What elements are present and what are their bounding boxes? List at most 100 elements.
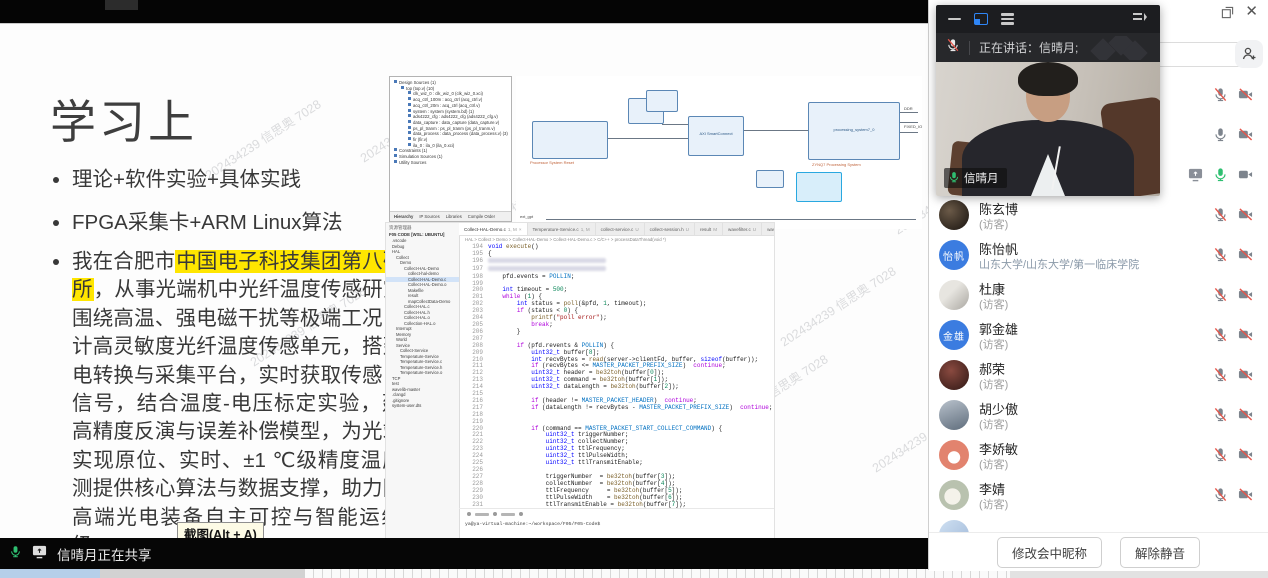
speaker-name: 信晴月: [964, 170, 999, 186]
video-name-tag: 信晴月: [944, 168, 1007, 188]
rename-button[interactable]: 修改会中昵称: [997, 537, 1102, 568]
explorer-file-item[interactable]: system-user.dts: [386, 403, 459, 409]
terminal-prompt: ya@ya-virtual-machine:~/workspace/F05/F0…: [459, 519, 774, 527]
editor-tab[interactable]: wavefilter.c U: [723, 223, 762, 235]
camera-on-icon[interactable]: [1237, 167, 1254, 187]
editor-tab[interactable]: collect-session.h U: [645, 223, 695, 235]
widget-toolbar: [936, 5, 1160, 33]
meeting-app: 202434239 信思奥 7028202434239 信思奥 70282024…: [0, 0, 1268, 578]
minimize-icon[interactable]: [948, 18, 961, 21]
code-line: 198 pfd.events = POLLIN;: [459, 274, 774, 281]
participant-status-icons: [1213, 487, 1254, 507]
vivado-tab[interactable]: IP Sources: [419, 214, 439, 219]
mic-on-icon[interactable]: [1213, 127, 1228, 147]
vivado-sources-panel: Design Sources (1)top (top.v) (10)clk_wi…: [389, 76, 512, 222]
mic-muted-icon[interactable]: [1213, 207, 1228, 227]
participant-row[interactable]: 杜康(访客): [929, 275, 1268, 315]
camera-off-icon[interactable]: [1237, 367, 1254, 387]
camera-off-icon[interactable]: [1237, 447, 1254, 467]
video-widget: 正在讲话：信晴月; 信晴月: [936, 5, 1160, 196]
avatar: [939, 360, 969, 390]
mic-muted-icon[interactable]: [1213, 87, 1228, 107]
mic-muted-icon[interactable]: [1213, 247, 1228, 267]
camera-off-icon[interactable]: [1237, 407, 1254, 427]
slide-bullet: FPGA采集卡+ARM Linux算法: [72, 205, 424, 235]
editor-tab[interactable]: Collect-HAL-Demo.c 1, M ×: [459, 223, 528, 235]
participant-status-icons: [1213, 447, 1254, 467]
screen-share-icon[interactable]: [1187, 167, 1204, 187]
mic-active-icon[interactable]: [1213, 167, 1228, 187]
camera-off-icon[interactable]: [1237, 87, 1254, 107]
mic-muted-icon: [946, 38, 960, 57]
slide-bullet: 理论+软件实验+具体实践: [72, 162, 424, 192]
vivado-source-tree: Design Sources (1)top (top.v) (10)clk_wi…: [390, 77, 511, 169]
mic-muted-icon[interactable]: [1213, 487, 1228, 507]
taskbar-item[interactable]: [0, 569, 100, 578]
divider: [969, 41, 970, 55]
search-input[interactable]: [1147, 42, 1243, 67]
slide-paragraph: 我在合肥市中国电子科技集团第八研究所，从事光端机中光纤温度传感研究。围绕高温、强…: [72, 248, 424, 560]
camera-off-icon[interactable]: [1237, 287, 1254, 307]
participant-status-icons: [1213, 287, 1254, 307]
editor-status-row: [459, 508, 774, 519]
editor-tabs: Collect-HAL-Demo.c 1, M ×Temperature-Ser…: [459, 223, 774, 236]
participant-subtitle: (访客): [979, 416, 1008, 432]
editor-tab[interactable]: wavefilte U: [762, 223, 774, 235]
mic-muted-icon[interactable]: [1213, 367, 1228, 387]
sharing-status-bar: 信晴月正在共享: [0, 538, 928, 569]
camera-off-icon[interactable]: [1237, 127, 1254, 147]
vivado-tab[interactable]: Hierarchy: [394, 214, 413, 219]
close-icon[interactable]: ✕: [1245, 4, 1258, 20]
diagram-block-selected: [796, 172, 842, 202]
participant-row[interactable]: 李娇敏(访客): [929, 435, 1268, 475]
vivado-tab[interactable]: Compile Order: [468, 214, 495, 219]
participant-status-icons: [1213, 327, 1254, 347]
avatar: 金雄: [939, 320, 969, 350]
editor-tab[interactable]: collect-service.c U: [596, 223, 645, 235]
sharing-status-label: 信晴月正在共享: [57, 544, 152, 564]
participant-row[interactable]: 胡少傲(访客): [929, 395, 1268, 435]
participant-row[interactable]: 陈玄博(访客): [929, 195, 1268, 235]
vscode-editor: Collect-HAL-Demo.c 1, M ×Temperature-Ser…: [459, 223, 774, 558]
avatar: [939, 280, 969, 310]
code-area: 194void execute()195{196197198 pfd.event…: [459, 244, 774, 508]
screen-share-icon: [31, 544, 48, 564]
camera-off-icon[interactable]: [1237, 487, 1254, 507]
participant-row[interactable]: 金雄郭金雄(访客): [929, 315, 1268, 355]
participant-row[interactable]: 李婧(访客): [929, 475, 1268, 515]
person-hair: [1018, 62, 1078, 96]
diagram-block-small: [756, 170, 784, 188]
mic-active-icon: [9, 545, 22, 563]
camera-off-icon[interactable]: [1237, 207, 1254, 227]
mic-muted-icon[interactable]: [1213, 407, 1228, 427]
code-line: 206 }: [459, 329, 774, 336]
participant-row[interactable]: 怡帆陈怡帆山东大学/山东大学/第一临床学院: [929, 235, 1268, 275]
popout-icon[interactable]: [1221, 6, 1234, 24]
mic-muted-icon[interactable]: [1213, 447, 1228, 467]
unmute-button[interactable]: 解除静音: [1120, 537, 1200, 568]
mic-muted-icon[interactable]: [1213, 287, 1228, 307]
camera-off-icon[interactable]: [1237, 327, 1254, 347]
editor-tab[interactable]: result M: [695, 223, 723, 235]
taskbar-buttons[interactable]: [305, 569, 1010, 578]
share-top-tab: [105, 0, 138, 10]
list-view-icon[interactable]: [1001, 13, 1014, 25]
participant-status-icons: [1213, 87, 1254, 107]
collapse-panel-icon[interactable]: [1132, 10, 1148, 29]
mic-muted-icon[interactable]: [1213, 327, 1228, 347]
speaking-label: 正在讲话：信晴月;: [979, 39, 1078, 56]
panel-footer: 修改会中昵称 解除静音: [929, 532, 1268, 571]
participant-row[interactable]: 郝荣(访客): [929, 355, 1268, 395]
speaker-video[interactable]: 信晴月: [936, 62, 1160, 196]
vivado-tree-item[interactable]: Utility Sources: [392, 160, 509, 166]
camera-off-icon[interactable]: [1237, 247, 1254, 267]
participant-row[interactable]: [929, 515, 1268, 532]
layout-icon[interactable]: [974, 13, 988, 25]
add-member-button[interactable]: [1235, 40, 1263, 68]
code-line: 194void execute(): [459, 244, 774, 251]
participant-status-icons: [1213, 367, 1254, 387]
vivado-tab[interactable]: Libraries: [446, 214, 462, 219]
avatar: [939, 440, 969, 470]
editor-tab[interactable]: Temperature-Service.c 1, M: [528, 223, 596, 235]
diagram-block-zynq: processing_system7_0: [808, 102, 900, 160]
